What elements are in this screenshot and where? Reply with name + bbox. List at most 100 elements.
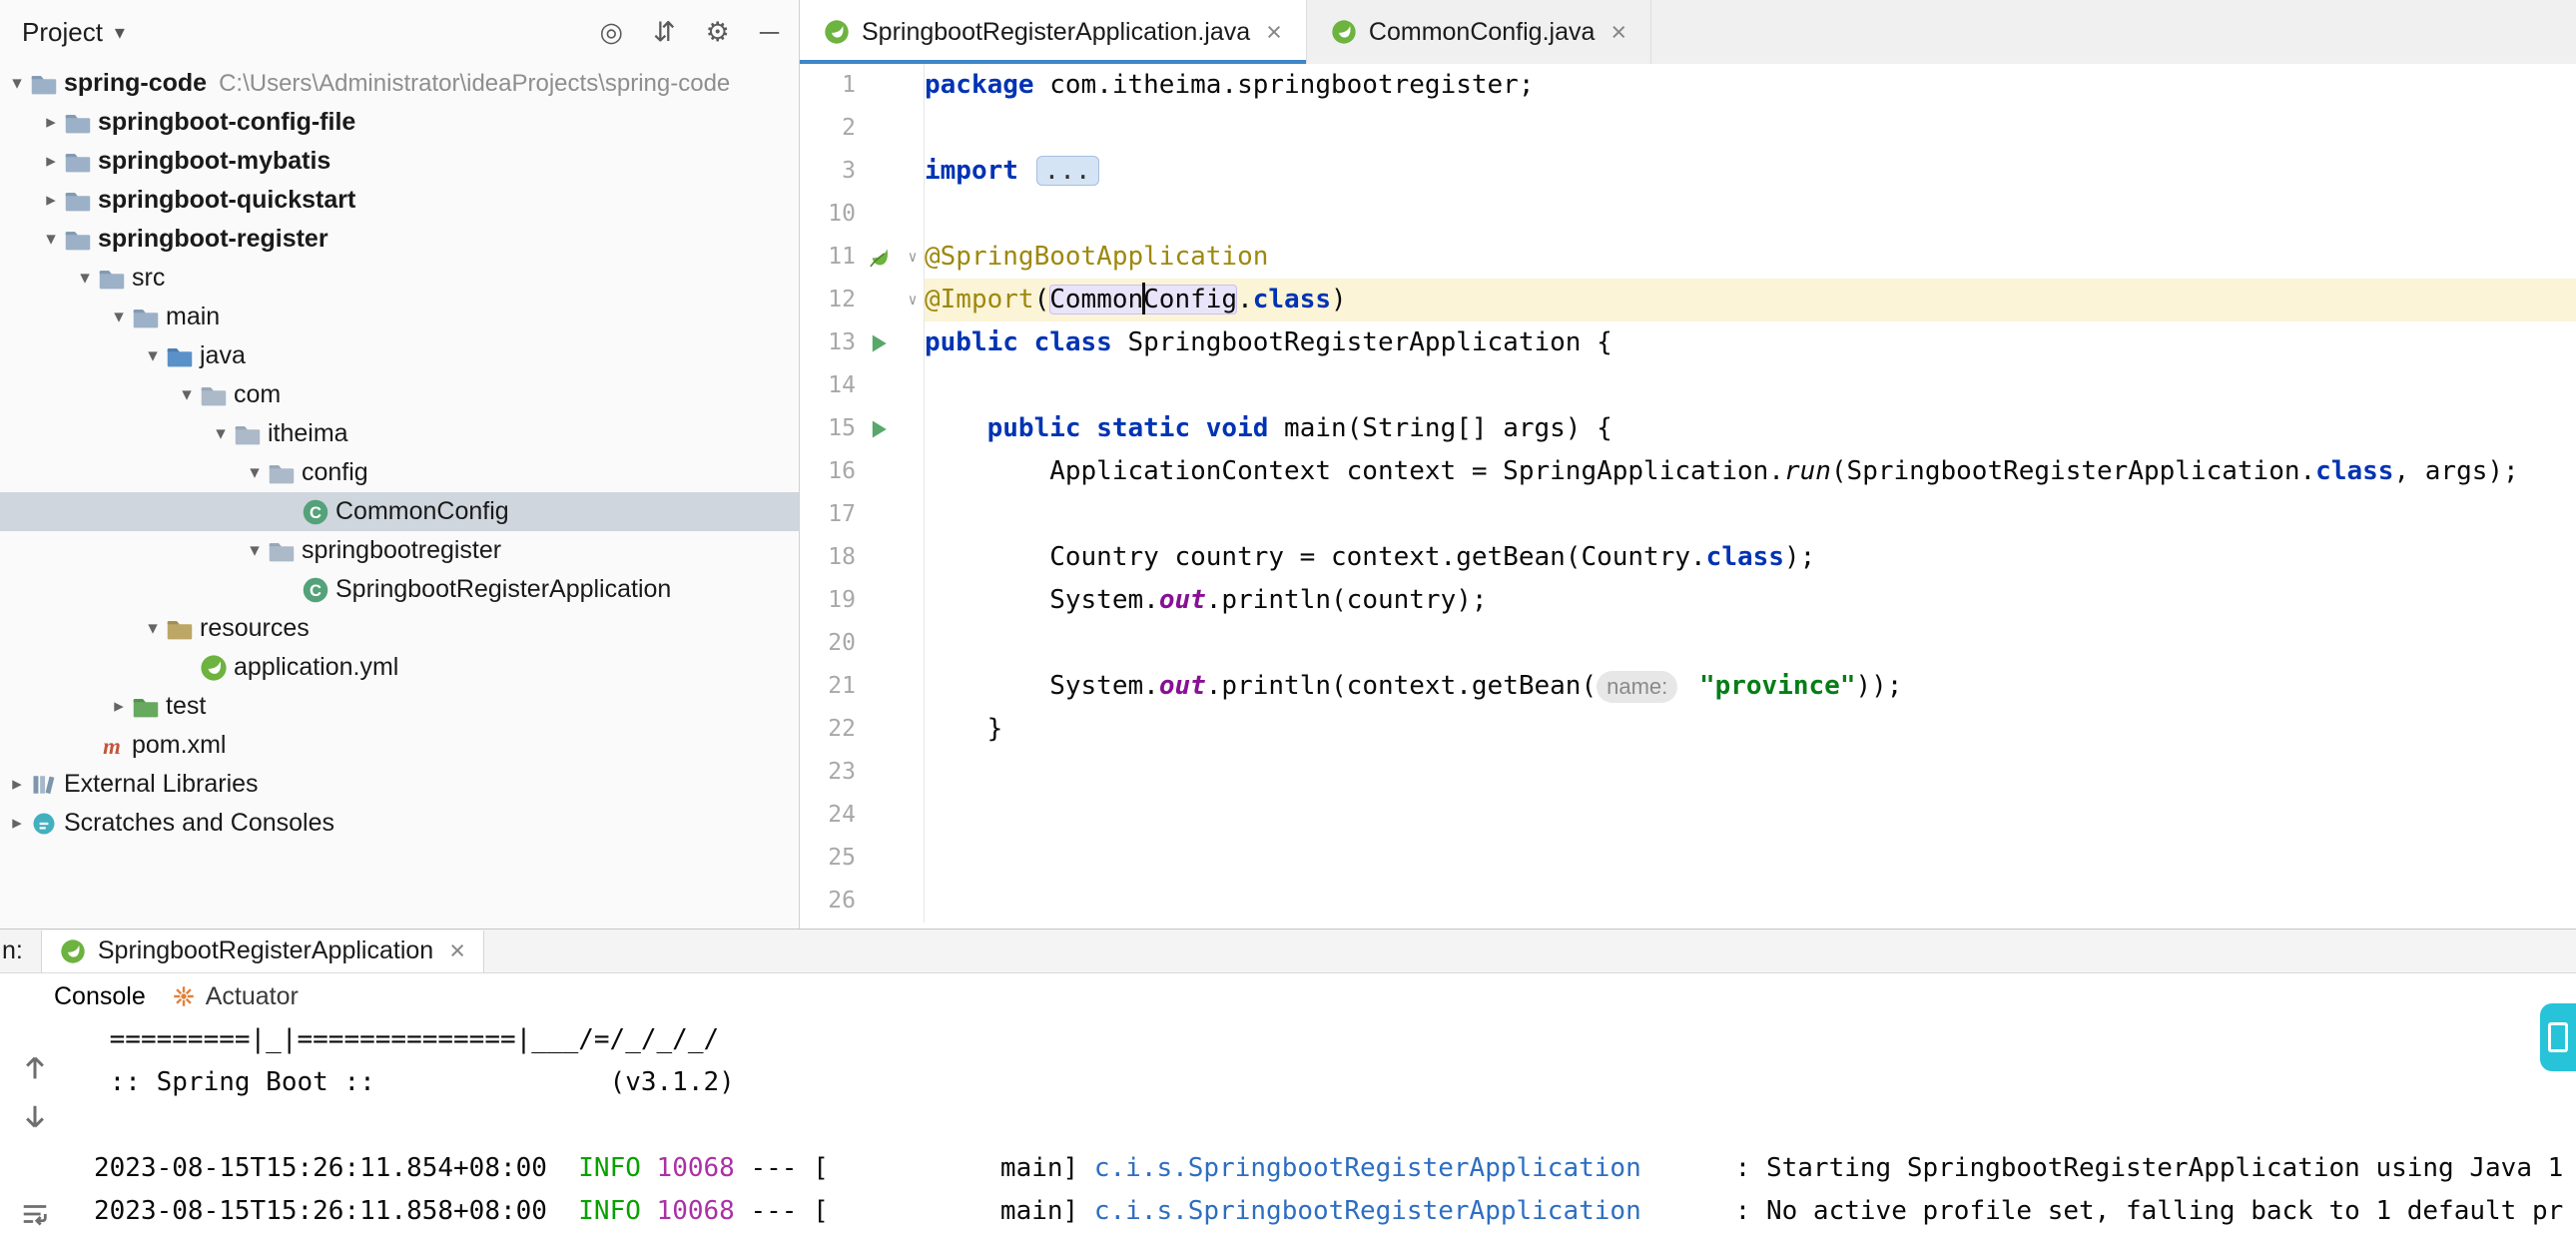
chevron-right-icon[interactable]: ▸ xyxy=(4,773,30,796)
code-line-10[interactable]: 10 xyxy=(800,193,2576,236)
fold-marker-icon[interactable]: ∨ xyxy=(902,279,924,321)
code-line-15[interactable]: 15 public static void main(String[] args… xyxy=(800,407,2576,450)
code-line-1[interactable]: 1package com.itheima.springbootregister; xyxy=(800,64,2576,107)
hide-icon[interactable]: ─ xyxy=(760,17,779,48)
chevron-down-icon[interactable]: ▾ xyxy=(115,20,125,45)
code-segment: System. xyxy=(925,671,1159,701)
close-icon[interactable]: × xyxy=(1266,17,1282,48)
folder-test-icon xyxy=(132,693,160,721)
tab-commonconfig-java[interactable]: CommonConfig.java × xyxy=(1307,0,1651,64)
spring-bean-gutter-icon[interactable] xyxy=(856,236,902,279)
tree-item-springboot-config-file[interactable]: ▸springboot-config-file xyxy=(0,103,799,142)
chevron-right-icon[interactable]: ▸ xyxy=(4,812,30,835)
fold-spacer xyxy=(902,450,924,493)
tree-item-main[interactable]: ▾main xyxy=(0,298,799,336)
chevron-down-icon[interactable]: ▾ xyxy=(242,461,268,484)
locate-icon[interactable]: ◎ xyxy=(599,17,623,48)
code-line-14[interactable]: 14 xyxy=(800,364,2576,407)
code-line-16[interactable]: 16 ApplicationContext context = SpringAp… xyxy=(800,450,2576,493)
tab-actuator[interactable]: Actuator xyxy=(172,982,299,1011)
line-number: 21 xyxy=(800,665,856,708)
code-line-3[interactable]: 3import ... xyxy=(800,150,2576,193)
chevron-down-icon[interactable]: ▾ xyxy=(174,383,200,406)
log-level: INFO xyxy=(578,1153,641,1183)
fold-spacer xyxy=(902,150,924,193)
soft-wrap-icon[interactable] xyxy=(20,1199,50,1229)
chevron-down-icon[interactable]: ▾ xyxy=(106,306,132,328)
code-segment: )); xyxy=(1855,671,1902,701)
tree-item-spring-code[interactable]: ▾spring-codeC:\Users\Administrator\ideaP… xyxy=(0,64,799,103)
code-segment: out xyxy=(1159,585,1206,615)
code-line-20[interactable]: 20 xyxy=(800,622,2576,665)
chevron-down-icon[interactable]: ▾ xyxy=(242,539,268,562)
code-line-17[interactable]: 17 xyxy=(800,493,2576,536)
up-arrow-icon[interactable] xyxy=(20,1053,50,1083)
code-line-25[interactable]: 25 xyxy=(800,837,2576,880)
tree-item-springboot-register[interactable]: ▾springboot-register xyxy=(0,220,799,259)
collapse-all-icon[interactable]: ⇵ xyxy=(653,17,676,48)
actuator-tab-label: Actuator xyxy=(206,982,299,1011)
tree-item-src[interactable]: ▾src xyxy=(0,259,799,298)
code-line-23[interactable]: 23 xyxy=(800,751,2576,794)
chevron-right-icon[interactable]: ▸ xyxy=(38,189,64,212)
chevron-down-icon[interactable]: ▾ xyxy=(140,344,166,367)
code-text xyxy=(925,493,2576,536)
run-gutter-icon[interactable] xyxy=(856,321,902,364)
tab-console[interactable]: Console xyxy=(54,982,146,1011)
chevron-down-icon[interactable]: ▾ xyxy=(140,617,166,640)
code-line-11[interactable]: 11∨@SpringBootApplication xyxy=(800,236,2576,279)
tree-item-application-yml[interactable]: application.yml xyxy=(0,648,799,687)
code-line-18[interactable]: 18 Country country = context.getBean(Cou… xyxy=(800,536,2576,579)
line-number: 1 xyxy=(800,64,856,107)
project-tool-window-title[interactable]: Project xyxy=(22,17,103,48)
chevron-right-icon[interactable]: ▸ xyxy=(106,695,132,718)
run-configuration-tab[interactable]: SpringbootRegisterApplication × xyxy=(41,930,484,972)
code-line-21[interactable]: 21 System.out.println(context.getBean(na… xyxy=(800,665,2576,708)
folder-icon xyxy=(64,226,92,254)
tree-item-java[interactable]: ▾java xyxy=(0,336,799,375)
chevron-down-icon[interactable]: ▾ xyxy=(208,422,234,445)
tree-item-springbootregisterapplication[interactable]: CSpringbootRegisterApplication xyxy=(0,570,799,609)
settings-icon[interactable]: ⚙ xyxy=(706,17,730,48)
code-line-19[interactable]: 19 System.out.println(country); xyxy=(800,579,2576,622)
tree-item-resources[interactable]: ▾resources xyxy=(0,609,799,648)
process-id: 10068 xyxy=(657,1153,735,1183)
code-line-12[interactable]: 12∨@Import(CommonConfig.class) xyxy=(800,279,2576,321)
tree-item-springbootregister[interactable]: ▾springbootregister xyxy=(0,531,799,570)
code-segment xyxy=(1683,671,1699,701)
chevron-down-icon[interactable]: ▾ xyxy=(4,72,30,95)
fold-spacer xyxy=(902,493,924,536)
fold-spacer xyxy=(902,407,924,450)
close-icon[interactable]: × xyxy=(1610,17,1626,48)
screencast-overlay-widget[interactable] xyxy=(2540,1003,2576,1071)
editor-gutter: 13 xyxy=(800,321,925,364)
tree-item-itheima[interactable]: ▾itheima xyxy=(0,414,799,453)
gutter-spacer xyxy=(856,579,902,622)
fold-marker-icon[interactable]: ∨ xyxy=(902,236,924,279)
tab-springbootregisterapplication-java[interactable]: SpringbootRegisterApplication.java × xyxy=(800,0,1307,64)
tree-item-springboot-mybatis[interactable]: ▸springboot-mybatis xyxy=(0,142,799,181)
close-icon[interactable]: × xyxy=(449,935,465,966)
chevron-right-icon[interactable]: ▸ xyxy=(38,111,64,134)
tree-item-config[interactable]: ▾config xyxy=(0,453,799,492)
code-line-13[interactable]: 13public class SpringbootRegisterApplica… xyxy=(800,321,2576,364)
tree-item-commonconfig[interactable]: CCommonConfig xyxy=(0,492,799,531)
code-line-2[interactable]: 2 xyxy=(800,107,2576,150)
tree-item-scratches-and-consoles[interactable]: ▸Scratches and Consoles xyxy=(0,804,799,843)
tree-item-external-libraries[interactable]: ▸External Libraries xyxy=(0,765,799,804)
code-line-24[interactable]: 24 xyxy=(800,794,2576,837)
tree-item-test[interactable]: ▸test xyxy=(0,687,799,726)
fold-spacer xyxy=(902,579,924,622)
tree-item-pom-xml[interactable]: mpom.xml xyxy=(0,726,799,765)
chevron-down-icon[interactable]: ▾ xyxy=(72,267,98,290)
down-arrow-icon[interactable] xyxy=(20,1101,50,1131)
code-line-22[interactable]: 22 } xyxy=(800,708,2576,751)
tree-item-springboot-quickstart[interactable]: ▸springboot-quickstart xyxy=(0,181,799,220)
code-line-26[interactable]: 26 xyxy=(800,880,2576,923)
run-gutter-icon[interactable] xyxy=(856,407,902,450)
chevron-right-icon[interactable]: ▸ xyxy=(38,150,64,173)
code-editor[interactable]: 1package com.itheima.springbootregister;… xyxy=(800,64,2576,929)
chevron-down-icon[interactable]: ▾ xyxy=(38,228,64,251)
tree-item-com[interactable]: ▾com xyxy=(0,375,799,414)
console-output[interactable]: =========|_|==============|___/=/_/_/_/ … xyxy=(94,1018,2576,1239)
